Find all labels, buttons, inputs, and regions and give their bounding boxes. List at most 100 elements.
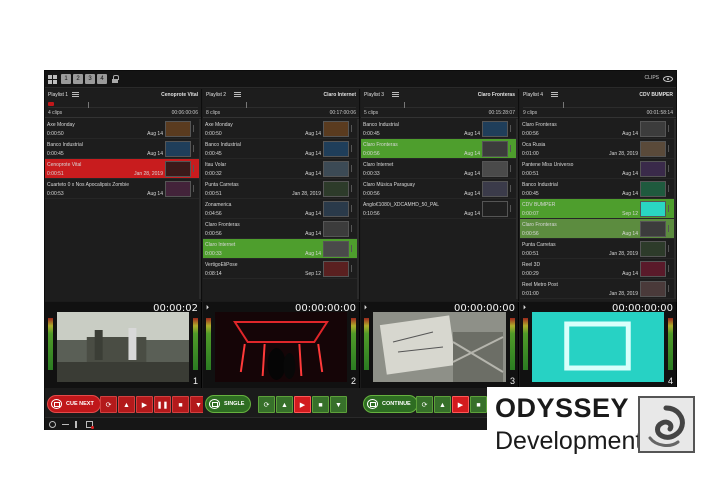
playhead-icon: ⏵: [206, 305, 210, 311]
clip-row[interactable]: Oca Rusia 0:01:00 Jan 28, 2019: [520, 139, 676, 159]
clip-row[interactable]: Punta Carretas 0:00:51 Jan 28, 2019: [520, 239, 676, 259]
playlist-scrollbar[interactable]: [516, 119, 518, 299]
playlist-menu-icon[interactable]: [551, 92, 558, 97]
up-button[interactable]: ▲: [434, 396, 451, 413]
transport-controls-1: CUE NEXT ⟳ ▲ ▶ ❚❚ ■ ▼: [45, 391, 207, 417]
playlist-menu-icon[interactable]: [234, 92, 241, 97]
play-button[interactable]: ▶: [136, 396, 153, 413]
playlist-now-playing: Cenoprote Vital: [161, 92, 198, 98]
layout-4-button[interactable]: 4: [97, 74, 107, 84]
clips-toggle-label[interactable]: CLIPS: [645, 75, 659, 81]
repeat-button[interactable]: ⟳: [416, 396, 433, 413]
mode-button[interactable]: SINGLE: [205, 395, 252, 413]
play-button[interactable]: ▶: [294, 396, 311, 413]
playlist-menu-icon[interactable]: [392, 92, 399, 97]
playlist-scrollbar[interactable]: [674, 119, 676, 299]
clip-row[interactable]: Banco Industrial 0:00:45 Aug 14: [203, 139, 359, 159]
clip-row[interactable]: Reel 3D 0:00:29 Aug 14: [520, 259, 676, 279]
up-button[interactable]: ▲: [118, 396, 135, 413]
clip-row[interactable]: Axe Monday 0:00:50 Aug 14: [203, 119, 359, 139]
down-button[interactable]: ▼: [330, 396, 347, 413]
alert-dot-icon: [91, 426, 94, 429]
grid-layout-icon[interactable]: [48, 75, 57, 84]
player-number: 3: [509, 376, 515, 386]
clip-row[interactable]: Claro Fronteras 0:00:56 Aug 14: [520, 119, 676, 139]
repeat-icon: ⟳: [421, 402, 428, 409]
clip-row[interactable]: Cuarteto 0 x Nos Apocalipsis Zombie 0:00…: [45, 179, 201, 199]
repeat-button[interactable]: ⟳: [100, 396, 117, 413]
clip-duration: 0:00:32: [205, 171, 222, 177]
playlist-menu-icon[interactable]: [72, 92, 79, 97]
clip-row[interactable]: Anglo€1080i_XDCAMHD_50_PAL 0:10:56 Aug 1…: [361, 199, 518, 219]
clip-row[interactable]: Claro Internet 0:00:33 Aug 14: [203, 239, 359, 259]
mode-button[interactable]: CUE NEXT: [47, 395, 101, 413]
player-video-frame: [215, 312, 347, 382]
clip-thumbnail: [323, 241, 349, 257]
clip-row[interactable]: Reel Metro Post 0:01:00 Jan 28, 2019: [520, 279, 676, 299]
transport-controls-2: SINGLE ⟳ ▲ ▶ ■ ▼: [203, 391, 360, 417]
clip-name: Itau Volar: [205, 162, 227, 168]
logo-subtitle: Development: [495, 427, 643, 455]
clip-row[interactable]: Claro Fronteras 0:00:56 Aug 14: [203, 219, 359, 239]
playlist-clip-list: Axe Monday 0:00:50 Aug 14 Banco Industri…: [45, 119, 201, 199]
clip-row[interactable]: Axe Monday 0:00:50 Aug 14: [45, 119, 201, 139]
playback-mode-icon: [51, 399, 62, 409]
clip-thumbnail: [482, 141, 508, 157]
player-monitor-1[interactable]: 00:00:02 1: [45, 302, 202, 388]
player-video-frame: [373, 312, 506, 382]
play-button[interactable]: ▶: [452, 396, 469, 413]
clip-row[interactable]: Itau Volar 0:00:32 Aug 14: [203, 159, 359, 179]
clip-thumbnail: [323, 261, 349, 277]
player-monitor-2[interactable]: ⏵ 00:00:00:00 2: [203, 302, 360, 388]
clip-duration: 0:08:14: [205, 271, 222, 277]
clip-row[interactable]: Banco Industrial 0:00:45 Aug 14: [45, 139, 201, 159]
down-icon: ▼: [335, 402, 342, 409]
audio-meter-right: [351, 318, 356, 370]
clip-row[interactable]: Claro Música Paraguay 0:00:56 Aug 14: [361, 179, 518, 199]
playlist-scrollbar[interactable]: [199, 119, 201, 299]
up-button[interactable]: ▲: [276, 396, 293, 413]
layout-2-button[interactable]: 2: [73, 74, 83, 84]
plug-icon[interactable]: [75, 421, 82, 428]
playlist-progress-track[interactable]: [364, 100, 515, 108]
stop-button[interactable]: ■: [470, 396, 487, 413]
playlist-progress-track[interactable]: [523, 100, 673, 108]
clip-row[interactable]: Banco Industrial 0:00:45 Aug 14: [520, 179, 676, 199]
clip-thumbnail: [640, 221, 666, 237]
playlist-progress-track[interactable]: [206, 100, 356, 108]
clip-row[interactable]: Zonamerica 0:04:56 Aug 14: [203, 199, 359, 219]
clip-row[interactable]: CDV BUMPER 0:00:07 Sep 12: [520, 199, 676, 219]
stop-button[interactable]: ■: [312, 396, 329, 413]
layout-3-button[interactable]: 3: [85, 74, 95, 84]
audio-meter-right: [510, 318, 515, 370]
pause-button[interactable]: ❚❚: [154, 396, 171, 413]
clip-row[interactable]: Claro Internet 0:00:33 Aug 14: [361, 159, 518, 179]
top-toolbar: 1 2 3 4 CLIPS: [45, 71, 676, 88]
clip-row[interactable]: Claro Fronteras 0:00:56 Aug 14: [520, 219, 676, 239]
signal-icon[interactable]: [62, 421, 69, 428]
playlist-progress-track[interactable]: [48, 100, 198, 108]
lock-icon[interactable]: [112, 75, 119, 83]
clip-row[interactable]: Claro Fronteras 0:00:56 Aug 14: [361, 139, 518, 159]
repeat-button[interactable]: ⟳: [258, 396, 275, 413]
playlist-clip-count: 8 clips: [206, 110, 221, 116]
clip-thumbnail: [640, 201, 666, 217]
player-monitor-4[interactable]: ⏵ 00:00:00:00 4: [520, 302, 677, 388]
clip-name: Claro Fronteras: [522, 222, 557, 228]
layout-1-button[interactable]: 1: [61, 74, 71, 84]
clip-row[interactable]: Pantene Miss Universo 0:00:51 Aug 14: [520, 159, 676, 179]
mode-button[interactable]: CONTINUE: [363, 395, 418, 413]
playlist-progress-marker: [563, 102, 564, 108]
clip-row[interactable]: VertigoEliPose 0:08:14 Sep 12: [203, 259, 359, 279]
stop-button[interactable]: ■: [172, 396, 189, 413]
playlist-clip-list: Banco Industrial 0:00:45 Aug 14 Claro Fr…: [361, 119, 518, 219]
clip-row[interactable]: Punta Carretas 0:00:51 Jan 28, 2019: [203, 179, 359, 199]
clip-duration: 0:00:45: [363, 131, 380, 137]
playlist-scrollbar[interactable]: [357, 119, 359, 299]
clip-date: Aug 14: [305, 151, 321, 157]
clip-row[interactable]: Cenoprote Vital 0:00:51 Jan 28, 2019: [45, 159, 201, 179]
gear-icon[interactable]: [49, 421, 56, 428]
player-monitor-3[interactable]: ⏵ 00:00:00:00 3: [361, 302, 519, 388]
eye-icon[interactable]: [663, 76, 673, 82]
clip-row[interactable]: Banco Industrial 0:00:45 Aug 14: [361, 119, 518, 139]
